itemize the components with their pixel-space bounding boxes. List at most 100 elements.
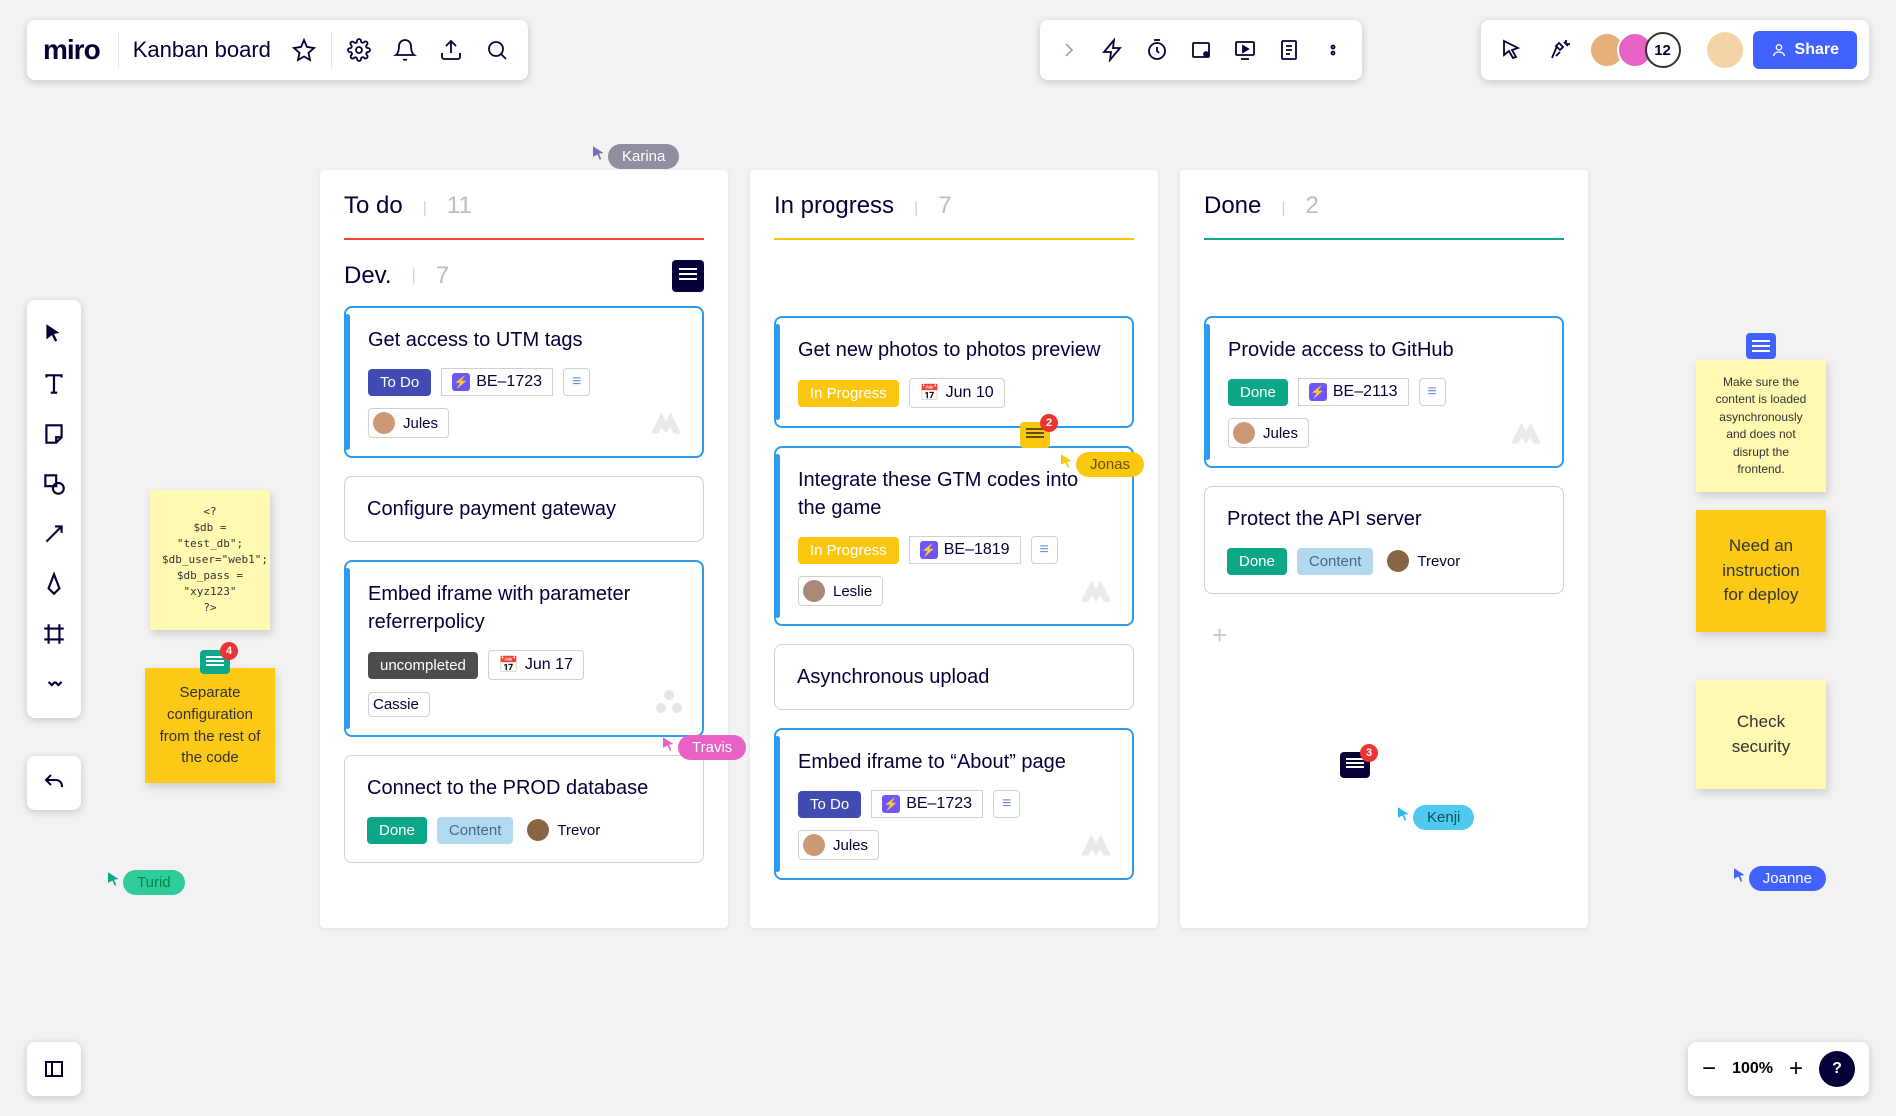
remote-cursor: Travis: [660, 735, 746, 760]
card[interactable]: Provide access to GitHub Done ⚡BE–2113 ≡…: [1204, 316, 1564, 468]
comment-icon[interactable]: 4: [200, 650, 230, 674]
select-tool[interactable]: [33, 310, 75, 358]
frame-tool[interactable]: [33, 610, 75, 658]
code-tag: ⚡BE–1819: [909, 536, 1021, 564]
card-title: Get new photos to photos preview: [798, 336, 1110, 364]
swimlane-title: Dev.: [344, 262, 392, 290]
assignee-chip: Jules: [368, 408, 449, 438]
assignee-chip: Trevor: [523, 816, 610, 844]
more-icon[interactable]: [1314, 31, 1352, 69]
card[interactable]: Configure payment gateway: [344, 476, 704, 542]
status-tag: To Do: [368, 369, 431, 396]
bell-icon[interactable]: [386, 31, 424, 69]
sticky-note[interactable]: Make sure the content is loaded asynchro…: [1696, 360, 1826, 492]
card[interactable]: Get access to UTM tags To Do ⚡BE–1723 ≡ …: [344, 306, 704, 458]
column-inprogress[interactable]: In progress | 7 Get new photos to photos…: [750, 170, 1158, 928]
arrow-tool[interactable]: [33, 510, 75, 558]
board-name[interactable]: Kanban board: [127, 37, 277, 63]
sticky-note[interactable]: <? $db = "test_db"; $db_user="web1"; $db…: [150, 490, 270, 630]
chevron-right-icon[interactable]: [1050, 31, 1088, 69]
integration-icon: [1078, 577, 1114, 610]
help-button[interactable]: ?: [1819, 1051, 1855, 1087]
cursor-label: Turid: [123, 870, 185, 895]
cursor-tool-icon[interactable]: [1493, 31, 1531, 69]
notes-icon[interactable]: [1270, 31, 1308, 69]
column-count: 7: [938, 192, 951, 220]
zoom-level[interactable]: 100%: [1732, 1060, 1773, 1078]
share-button[interactable]: Share: [1753, 31, 1857, 69]
remote-cursor: Jonas: [1058, 452, 1144, 477]
card-title: Get access to UTM tags: [368, 326, 680, 354]
undo-button[interactable]: [27, 756, 81, 810]
avatar-self[interactable]: [1707, 32, 1743, 68]
card[interactable]: Connect to the PROD database Done Conten…: [344, 755, 704, 863]
priority-icon: ≡: [1031, 536, 1058, 564]
status-tag: Done: [367, 817, 427, 844]
sticky-note[interactable]: Check security: [1696, 680, 1826, 789]
integration-icon: [1508, 419, 1544, 452]
card[interactable]: Get new photos to photos preview In Prog…: [774, 316, 1134, 428]
swimlane-header: Dev. | 7: [344, 240, 704, 306]
priority-icon: ≡: [1419, 378, 1446, 406]
avatar-stack[interactable]: 12: [1589, 32, 1681, 68]
present-icon[interactable]: [1226, 31, 1264, 69]
topbar-left: miro Kanban board: [27, 20, 528, 80]
zoom-in-button[interactable]: +: [1789, 1055, 1803, 1083]
more-tools[interactable]: [33, 660, 75, 708]
shape-tool[interactable]: [33, 460, 75, 508]
reactions-icon[interactable]: [1541, 31, 1579, 69]
text-tool[interactable]: [33, 360, 75, 408]
assignee-chip: Jules: [1228, 418, 1309, 448]
topbar-right: 12 Share: [1481, 20, 1869, 80]
comment-icon[interactable]: 2: [1020, 422, 1050, 448]
integration-icon: [1078, 831, 1114, 864]
comment-icon[interactable]: [672, 260, 704, 292]
assignee-chip: Leslie: [798, 576, 883, 606]
remote-cursor: Turid: [105, 870, 185, 895]
badge: 3: [1360, 744, 1378, 762]
code-tag: ⚡BE–1723: [871, 790, 983, 818]
swimlane-count: 7: [436, 262, 449, 290]
card-title: Configure payment gateway: [367, 495, 681, 523]
code-tag: ⚡BE–1723: [441, 368, 553, 396]
logo[interactable]: miro: [39, 34, 110, 66]
pen-tool[interactable]: [33, 560, 75, 608]
timer-icon[interactable]: [1138, 31, 1176, 69]
cursor-label: Kenji: [1413, 805, 1474, 830]
remote-cursor: Kenji: [1395, 805, 1474, 830]
column-done[interactable]: Done | 2 Provide access to GitHub Done ⚡…: [1180, 170, 1588, 928]
column-todo[interactable]: To do | 11 Dev. | 7 Get access to UTM ta…: [320, 170, 728, 928]
export-icon[interactable]: [432, 31, 470, 69]
cursor-label: Joanne: [1749, 866, 1826, 891]
priority-icon: ≡: [563, 368, 590, 396]
column-title: Done: [1204, 192, 1261, 220]
add-card-button[interactable]: +: [1204, 612, 1564, 659]
frame-tool-icon[interactable]: [1182, 31, 1220, 69]
zoom-out-button[interactable]: −: [1702, 1055, 1716, 1083]
settings-icon[interactable]: [340, 31, 378, 69]
status-tag: In Progress: [798, 380, 899, 407]
remote-cursor: Joanne: [1731, 866, 1826, 891]
frames-panel-button[interactable]: [27, 1042, 81, 1096]
status-tag: In Progress: [798, 537, 899, 564]
sticky-note[interactable]: Separate configuration from the rest of …: [145, 668, 275, 783]
sticky-note[interactable]: Need an instruction for deploy: [1696, 510, 1826, 632]
assignee-chip: Trevor: [1383, 547, 1470, 575]
star-icon[interactable]: [285, 31, 323, 69]
card[interactable]: Asynchronous upload: [774, 644, 1134, 710]
cursor-label: Travis: [678, 735, 746, 760]
tag: Content: [437, 817, 514, 844]
card[interactable]: Protect the API server Done Content Trev…: [1204, 486, 1564, 594]
comment-icon[interactable]: [1746, 333, 1776, 359]
tag: Content: [1297, 548, 1374, 575]
sticky-tool[interactable]: [33, 410, 75, 458]
search-icon[interactable]: [478, 31, 516, 69]
column-title: In progress: [774, 192, 894, 220]
comment-icon[interactable]: 3: [1340, 752, 1370, 778]
bolt-icon[interactable]: [1094, 31, 1132, 69]
card-title: Embed iframe with parameter referrerpoli…: [368, 580, 680, 636]
avatar-count[interactable]: 12: [1645, 32, 1681, 68]
card[interactable]: Embed iframe to “About” page To Do ⚡BE–1…: [774, 728, 1134, 880]
card[interactable]: Embed iframe with parameter referrerpoli…: [344, 560, 704, 737]
assignee-chip: Cassie: [368, 692, 430, 717]
